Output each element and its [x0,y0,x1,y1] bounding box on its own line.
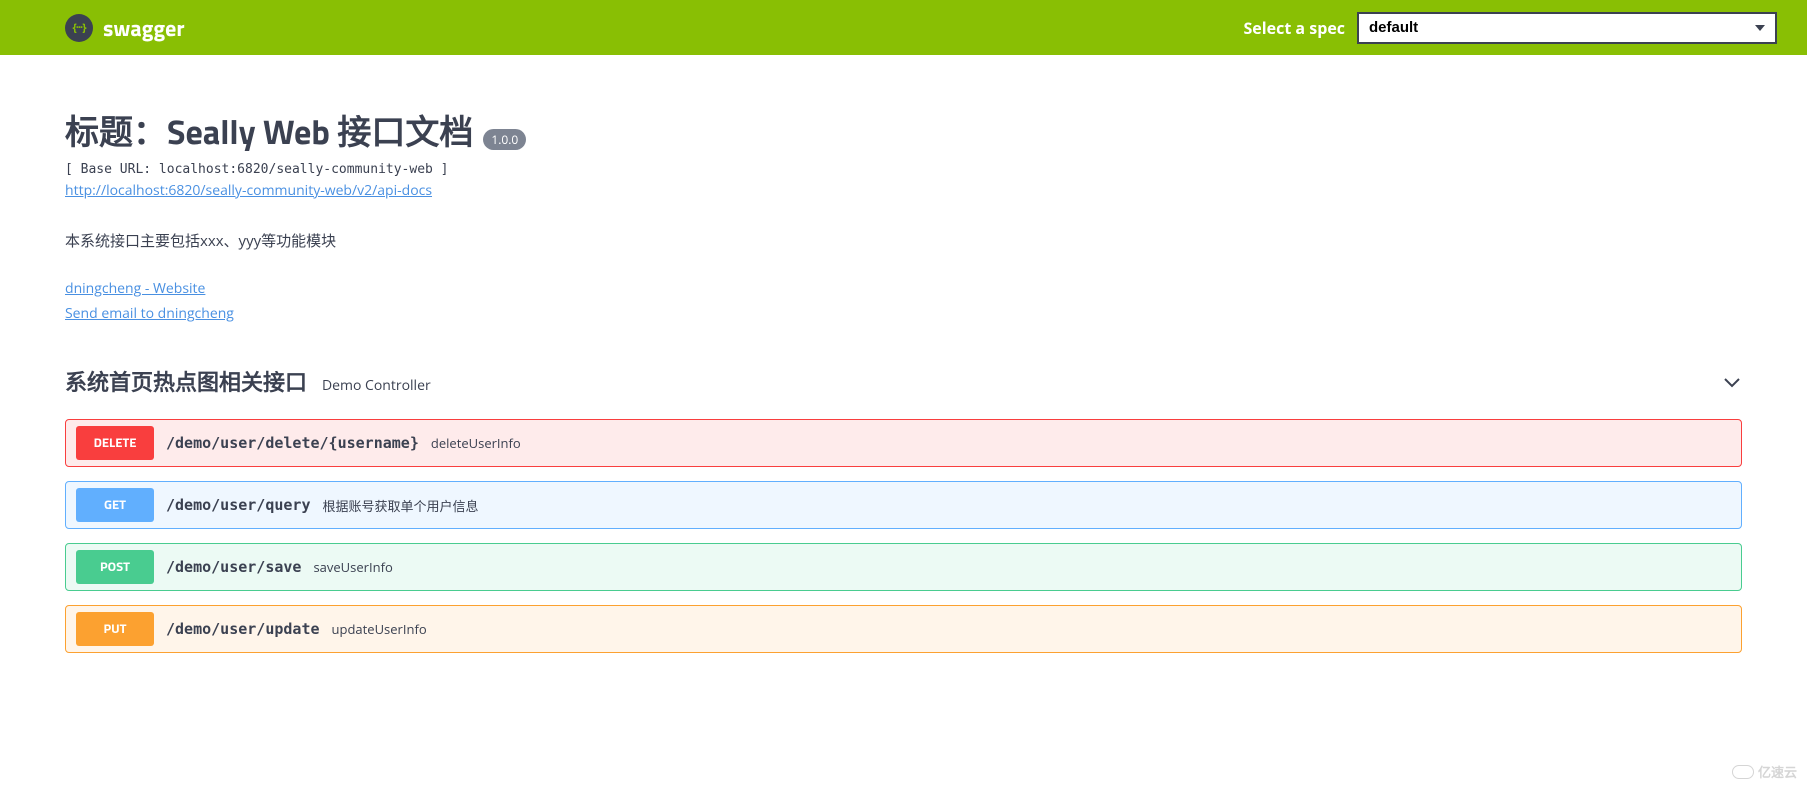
operation-summary: deleteUserInfo [431,434,521,452]
contact-email-link[interactable]: Send email to dningcheng [65,304,234,323]
api-docs-link[interactable]: http://localhost:6820/seally-community-w… [65,181,432,200]
method-badge: GET [76,488,154,522]
tag-description: Demo Controller [322,376,431,395]
operation-summary: 根据账号获取单个用户信息 [323,496,479,515]
version-badge: 1.0.0 [483,129,526,150]
operation-get[interactable]: GET /demo/user/query 根据账号获取单个用户信息 [65,481,1742,529]
method-badge: POST [76,550,154,584]
operation-path: /demo/user/query [166,496,311,514]
chevron-down-icon [1722,372,1742,392]
info-section: 标题：Seally Web 接口文档 1.0.0 [ Base URL: loc… [0,55,1807,353]
topbar: swagger Select a spec default [0,0,1807,55]
watermark-text: 亿速云 [1758,762,1797,781]
swagger-logo-icon [65,14,93,42]
watermark-icon [1732,765,1754,779]
method-badge: DELETE [76,426,154,460]
base-url: [ Base URL: localhost:6820/seally-commun… [65,162,1742,177]
tag-section: 系统首页热点图相关接口 Demo Controller DELETE /demo… [0,353,1807,683]
operation-delete[interactable]: DELETE /demo/user/delete/{username} dele… [65,419,1742,467]
watermark: 亿速云 [1732,762,1797,781]
operation-summary: updateUserInfo [332,620,427,638]
operation-path: /demo/user/save [166,558,301,576]
contact-website-link[interactable]: dningcheng - Website [65,279,205,298]
api-description: 本系统接口主要包括xxx、yyy等功能模块 [65,230,1742,251]
operation-path: /demo/user/update [166,620,320,638]
topbar-brand[interactable]: swagger [65,11,185,45]
operation-post[interactable]: POST /demo/user/save saveUserInfo [65,543,1742,591]
title-row: 标题：Seally Web 接口文档 1.0.0 [65,105,1742,158]
method-badge: PUT [76,612,154,646]
tag-name: 系统首页热点图相关接口 [65,365,307,399]
tag-header-left: 系统首页热点图相关接口 Demo Controller [65,365,431,399]
spec-label: Select a spec [1243,17,1345,39]
operation-summary: saveUserInfo [313,558,392,576]
brand-text: swagger [103,11,185,45]
spec-select-wrapper: default [1357,12,1777,44]
page-title: 标题：Seally Web 接口文档 [65,105,473,158]
spec-selector: Select a spec default [1243,12,1777,44]
operation-put[interactable]: PUT /demo/user/update updateUserInfo [65,605,1742,653]
operation-path: /demo/user/delete/{username} [166,434,419,452]
operations-list: DELETE /demo/user/delete/{username} dele… [65,419,1742,653]
spec-select[interactable]: default [1357,12,1777,44]
tag-header[interactable]: 系统首页热点图相关接口 Demo Controller [65,353,1742,411]
